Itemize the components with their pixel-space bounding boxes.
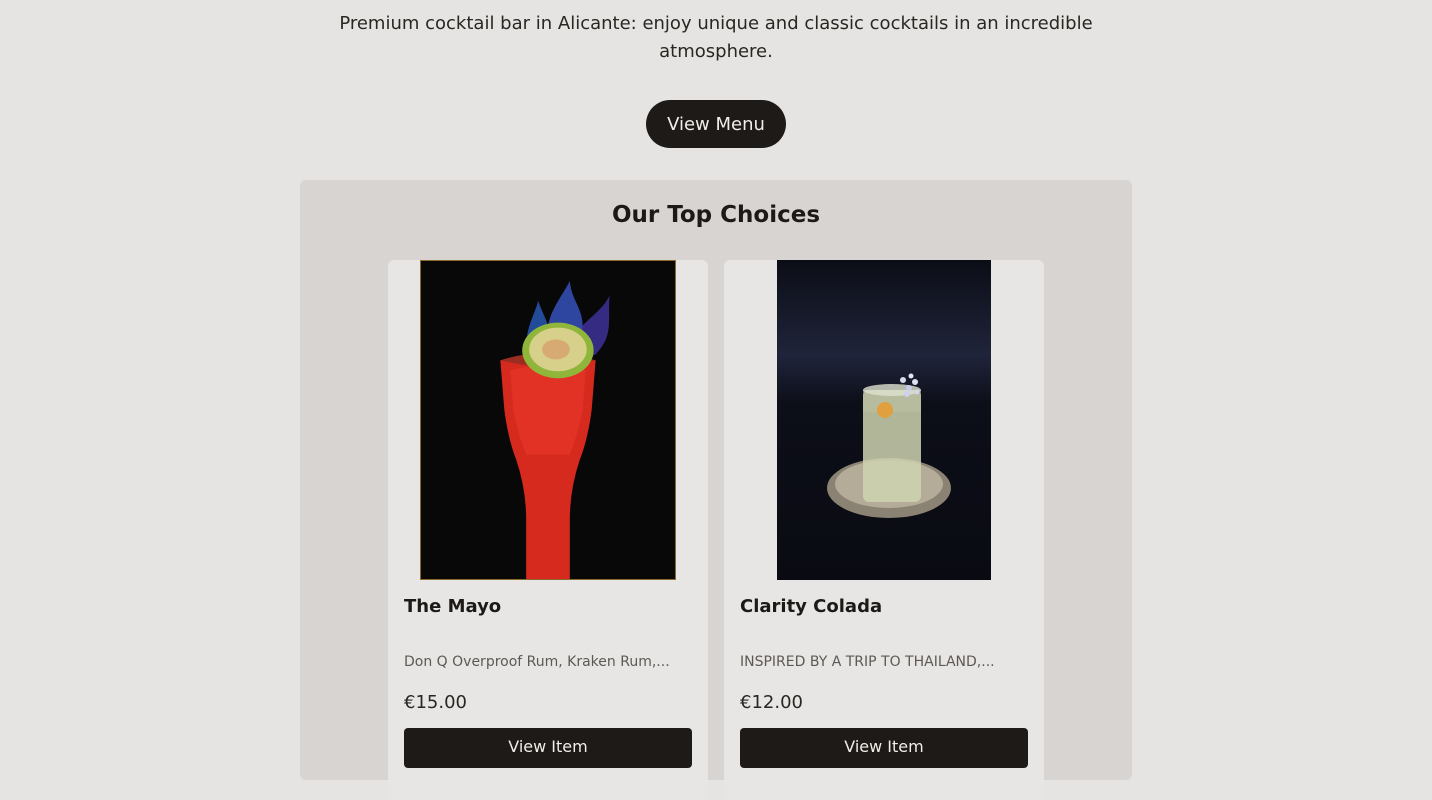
cocktail-photo (421, 261, 675, 579)
product-name[interactable]: The Mayo (404, 596, 501, 617)
product-image-the-mayo[interactable] (420, 260, 676, 580)
product-name[interactable]: Clarity Colada (740, 596, 882, 617)
cocktail-photo (777, 260, 991, 580)
product-price: €12.00 (740, 692, 803, 713)
product-image-clarity-colada[interactable] (777, 260, 991, 580)
hero-tagline-wrapper: Premium cocktail bar in Alicante: enjoy … (0, 10, 1432, 66)
hero-tagline: Premium cocktail bar in Alicante: enjoy … (339, 13, 1093, 62)
top-choices-section: Our Top Choices The Mayo Don Q Overproof… (300, 180, 1132, 800)
product-card-the-mayo[interactable]: The Mayo Don Q Overproof Rum, Kraken Rum… (388, 260, 708, 800)
view-item-button[interactable]: View Item (404, 728, 692, 768)
product-description: INSPIRED BY A TRIP TO THAILAND,... (740, 654, 995, 670)
section-title: Our Top Choices (611, 202, 821, 228)
product-description: Don Q Overproof Rum, Kraken Rum,... (404, 654, 670, 670)
product-price: €15.00 (404, 692, 467, 713)
product-card-clarity-colada[interactable]: Clarity Colada INSPIRED BY A TRIP TO THA… (724, 260, 1044, 800)
view-menu-button[interactable]: View Menu (646, 100, 786, 148)
view-item-button[interactable]: View Item (740, 728, 1028, 768)
